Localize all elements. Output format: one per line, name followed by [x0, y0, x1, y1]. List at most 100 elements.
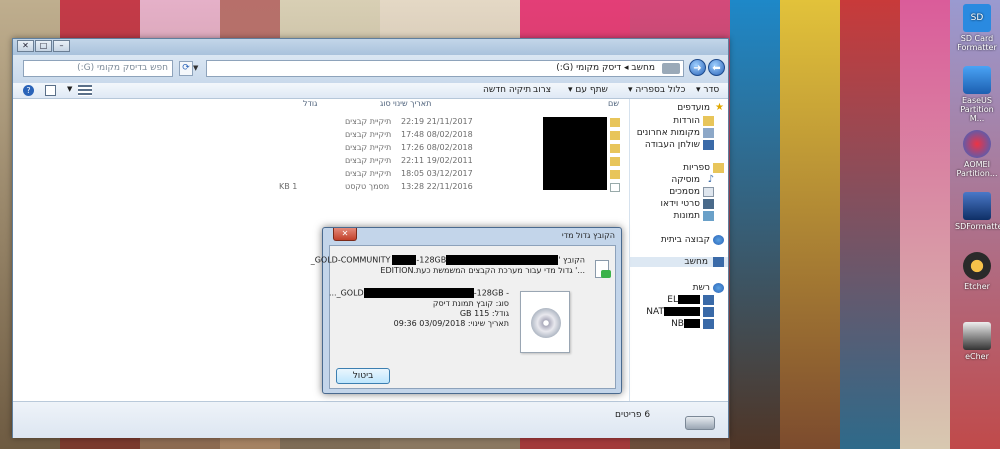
burn-button[interactable]: צרוב: [533, 85, 551, 95]
disc-image-icon: [520, 291, 570, 353]
address-input[interactable]: מחשב ◂ דיסק מקומי (G:): [206, 60, 684, 77]
title-bar[interactable]: ✕ □ –: [13, 39, 728, 55]
item-count: 6 פריטים: [615, 410, 651, 420]
file-too-large-dialog: הקובץ גדול מדי ✕ הקובץ 'GOLD-COMMUNITY-1…: [311, 227, 622, 394]
column-size[interactable]: גודל: [303, 99, 317, 108]
nav-network-el[interactable]: EL: [667, 295, 714, 305]
command-bar: ? ▼ תיקיה חדשה צרוב שתף עם ▾ כלול בספריה…: [13, 83, 728, 99]
forward-button[interactable]: ➜: [689, 59, 706, 76]
close-button[interactable]: ✕: [17, 40, 34, 52]
column-date[interactable]: תאריך שינוי: [393, 99, 431, 108]
refresh-icon[interactable]: ⟳: [179, 61, 193, 76]
back-button[interactable]: ⬅: [708, 59, 725, 76]
view-options-icon[interactable]: ▼: [67, 85, 72, 93]
recent-places-icon: [703, 128, 714, 138]
nav-network-nat[interactable]: NAT: [646, 307, 714, 317]
dialog-body: הקובץ 'GOLD-COMMUNITY-128GB_ ...' גדול מ…: [311, 245, 616, 389]
computer-icon: [713, 257, 724, 267]
search-input[interactable]: חפש בדיסק מקומי (G:): [23, 60, 173, 77]
new-folder-button[interactable]: תיקיה חדשה: [483, 85, 531, 95]
file-name: - GOLD-128GB_...: [328, 288, 509, 298]
desktop-icon-easeus[interactable]: EaseUS Partition M...: [955, 66, 999, 123]
table-row[interactable]: 21/11/2017 22:19 תיקיית קבצים: [13, 117, 629, 129]
row-date: 03/12/2017 18:05: [401, 169, 473, 178]
organize-button[interactable]: סדר ▾: [696, 85, 719, 95]
cancel-button[interactable]: ביטול: [336, 368, 390, 384]
sdformatter-icon: [963, 192, 991, 220]
star-icon: ★: [715, 102, 724, 113]
videos-icon: [703, 199, 714, 209]
music-icon: ♪: [707, 174, 714, 185]
table-row[interactable]: 19/02/2011 22:11 תיקיית קבצים: [13, 156, 629, 168]
desktop-icon-sdformatter[interactable]: SDFormatter: [955, 192, 1000, 231]
nav-documents[interactable]: מסמכים: [669, 187, 714, 197]
file-size: גודל: 115 GB: [459, 309, 509, 318]
nav-homegroup[interactable]: קבוצה ביתית: [661, 235, 724, 245]
drive-icon: [685, 416, 715, 430]
details-pane: 6 פריטים: [13, 401, 728, 438]
dialog-title: הקובץ גדול מדי: [561, 231, 615, 240]
green-arrow-icon: [601, 270, 611, 278]
nav-downloads[interactable]: הורדות: [673, 116, 714, 126]
nav-network-nb[interactable]: NB: [671, 319, 714, 329]
desktop-icon-sd-card-formatter[interactable]: SD SD Card Formatter: [955, 4, 999, 52]
nav-libraries[interactable]: ספריות: [683, 163, 724, 173]
row-type: תיקיית קבצים: [345, 169, 392, 178]
downloads-icon: [703, 116, 714, 126]
nav-music[interactable]: ♪ מוסיקה: [671, 174, 714, 186]
row-type: מסמך טקסט: [345, 182, 390, 191]
minimize-button[interactable]: –: [53, 40, 70, 52]
maximize-button[interactable]: □: [35, 40, 52, 52]
easeus-icon: [963, 66, 991, 94]
folder-icon: [610, 157, 620, 166]
table-row[interactable]: 08/02/2018 17:26 תיקיית קבצים: [13, 143, 629, 155]
preview-pane-icon[interactable]: [45, 85, 56, 96]
file-type: סוג: קובץ תמונת דיסק: [432, 299, 509, 308]
folder-icon: [610, 170, 620, 179]
share-with-button[interactable]: שתף עם ▾: [568, 85, 608, 95]
chevron-down-icon[interactable]: ▼: [193, 61, 204, 76]
row-date: 08/02/2018 17:48: [401, 130, 473, 139]
folder-icon: [610, 118, 620, 127]
nav-pictures[interactable]: תמונות: [674, 211, 714, 221]
sd-card-icon: SD: [963, 4, 991, 32]
dialog-message-line1: הקובץ 'GOLD-COMMUNITY-128GB_: [310, 255, 585, 265]
desktop-icon-aomei[interactable]: AOMEI Partition...: [955, 130, 999, 178]
network-computer-icon: [703, 319, 714, 329]
nav-videos[interactable]: סרטי וידאו: [661, 199, 714, 209]
file-date: תאריך שינוי: 03/09/2018 09:36: [393, 319, 509, 328]
pictures-icon: [703, 211, 714, 221]
table-row[interactable]: 03/12/2017 18:05 תיקיית קבצים: [13, 169, 629, 181]
nav-favorites[interactable]: ★ מועדפים: [677, 102, 724, 114]
desktop-icon-echer[interactable]: eCher: [955, 322, 999, 361]
row-type: תיקיית קבצים: [345, 130, 392, 139]
column-name[interactable]: שם: [608, 99, 619, 108]
network-computer-icon: [703, 295, 714, 305]
network-icon: [713, 283, 724, 293]
nav-desktop[interactable]: שולחן העבודה: [645, 140, 714, 150]
close-button[interactable]: ✕: [333, 228, 357, 241]
include-in-library-button[interactable]: כלול בספריה ▾: [628, 85, 685, 95]
table-row[interactable]: 08/02/2018 17:48 תיקיית קבצים: [13, 130, 629, 142]
dialog-message-line2: ...' גדול מדי עבור מערכת הקבצים המשמשת כ…: [380, 266, 585, 275]
table-row[interactable]: 22/11/2016 13:28 מסמך טקסט 1 KB: [13, 182, 629, 194]
row-date: 19/02/2011 22:11: [401, 156, 473, 165]
help-icon[interactable]: ?: [23, 85, 34, 96]
views-icon[interactable]: [78, 85, 92, 96]
nav-computer[interactable]: מחשב: [630, 257, 728, 267]
address-bar-area: חפש בדיסק מקומי (G:) ⟳ ▼ מחשב ◂ דיסק מקו…: [13, 55, 728, 83]
desktop-icon-etcher[interactable]: Etcher: [955, 252, 999, 291]
network-computer-icon: [703, 307, 714, 317]
nav-network[interactable]: רשת: [693, 283, 724, 293]
row-date: 22/11/2016 13:28: [401, 182, 473, 191]
row-date: 08/02/2018 17:26: [401, 143, 473, 152]
text-file-icon: [610, 183, 620, 192]
column-type[interactable]: סוג: [380, 99, 391, 108]
row-type: תיקיית קבצים: [345, 117, 392, 126]
navigation-pane: ★ מועדפים הורדות מקומות אחרונים שולחן העב…: [629, 99, 728, 401]
nav-recent-places[interactable]: מקומות אחרונים: [637, 128, 714, 138]
drive-icon: [662, 63, 680, 74]
aomei-icon: [963, 130, 991, 158]
row-type: תיקיית קבצים: [345, 156, 392, 165]
row-date: 21/11/2017 22:19: [401, 117, 473, 126]
